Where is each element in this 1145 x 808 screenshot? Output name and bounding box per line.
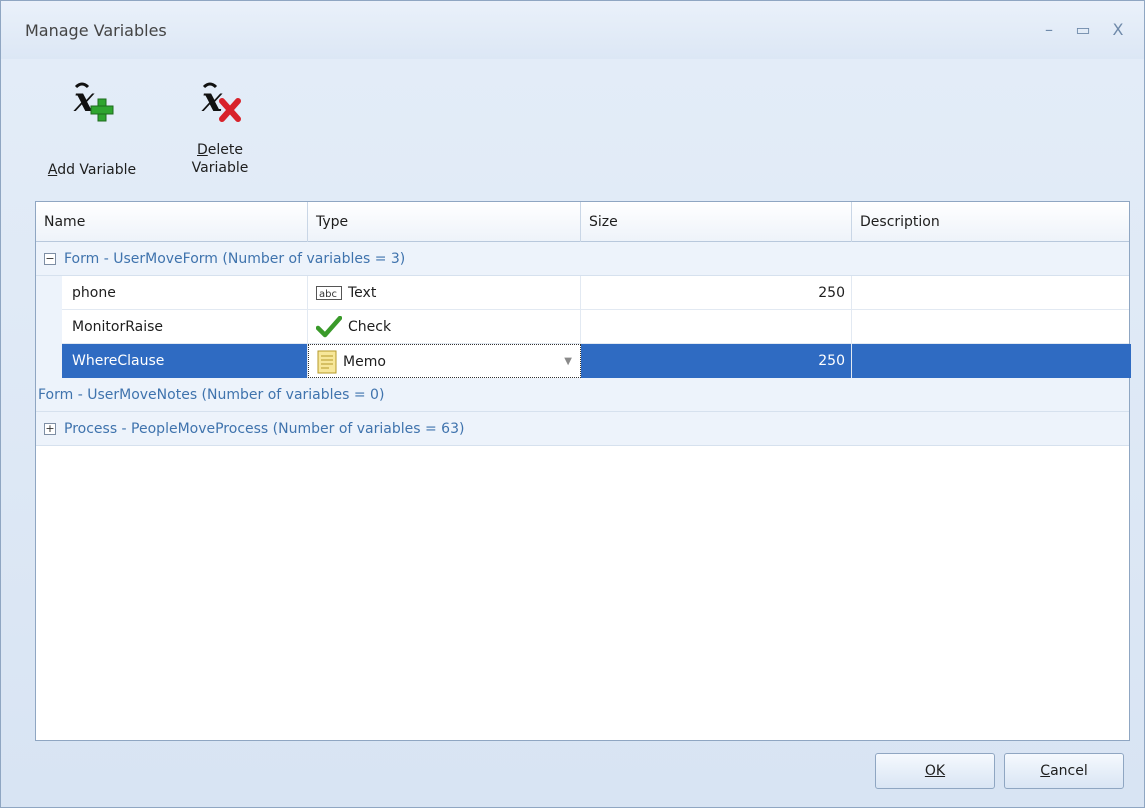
group-label: Form - UserMoveForm (Number of variables… [64, 251, 406, 267]
group-label: Process - PeopleMoveProcess (Number of v… [64, 421, 465, 437]
cancel-label: Cancel [1040, 763, 1088, 779]
cell-name[interactable]: MonitorRaise [62, 310, 308, 344]
delete-label-line2: Variable [191, 160, 249, 176]
type-dropdown[interactable]: Memo ▼ [308, 344, 581, 378]
variables-grid[interactable]: Name Type Size Description − Form - User… [35, 201, 1131, 741]
table-row-selected[interactable]: WhereClause Memo ▼ 250 [36, 344, 1131, 378]
cell-name[interactable]: phone [62, 276, 308, 310]
group-row-peoplemoveprocess[interactable]: + Process - PeopleMoveProcess (Number of… [36, 412, 1129, 446]
title-bar[interactable]: Manage Variables – ▭ X [1, 1, 1144, 59]
add-variable-icon: x [73, 80, 114, 122]
table-row[interactable]: MonitorRaise Check [36, 310, 1129, 344]
cell-type[interactable]: abc Text [308, 276, 581, 310]
delete-variable-icon: x [201, 80, 241, 122]
column-header-type[interactable]: Type [308, 202, 581, 242]
row-indent [36, 276, 62, 310]
check-type-icon [316, 316, 342, 338]
delete-label-line1: Delete [197, 142, 243, 158]
add-variable-label: Add Variable [47, 162, 137, 178]
group-row-usermoveform[interactable]: − Form - UserMoveForm (Number of variabl… [36, 242, 1129, 276]
table-row[interactable]: phone abc Text 250 [36, 276, 1129, 310]
column-header-size[interactable]: Size [581, 202, 852, 242]
column-header-name[interactable]: Name [36, 202, 308, 242]
memo-type-icon [317, 350, 337, 374]
ok-button[interactable]: OK [875, 753, 995, 789]
minimize-icon[interactable]: – [1038, 19, 1060, 41]
window-title: Manage Variables [25, 21, 167, 40]
svg-text:abc: abc [319, 289, 337, 300]
cell-description[interactable] [852, 344, 1131, 378]
cell-type-label: Text [348, 285, 377, 301]
cell-type-label: Memo [343, 354, 386, 370]
cell-name[interactable]: WhereClause [62, 344, 308, 378]
cancel-button[interactable]: Cancel [1004, 753, 1124, 789]
delete-variable-button[interactable]: x Delete Variable [179, 73, 261, 176]
add-variable-label-rest: dd Variable [57, 162, 137, 178]
cell-size[interactable]: 250 [581, 344, 852, 378]
grid-header: Name Type Size Description [36, 202, 1129, 242]
text-type-icon: abc [316, 286, 342, 300]
cell-type-label: Check [348, 319, 392, 335]
close-icon[interactable]: X [1107, 19, 1129, 41]
column-header-description[interactable]: Description [852, 202, 1131, 242]
cell-description[interactable] [852, 276, 1131, 310]
manage-variables-dialog: Manage Variables – ▭ X x Add Variable x … [0, 0, 1145, 808]
cell-type[interactable]: Check [308, 310, 581, 344]
row-indent [36, 310, 62, 344]
cell-size[interactable] [581, 310, 852, 344]
maximize-icon[interactable]: ▭ [1072, 19, 1094, 41]
delete-variable-label: Delete Variable [179, 141, 261, 177]
row-indent [36, 344, 62, 378]
ok-label: OK [924, 763, 946, 779]
expand-icon[interactable]: + [44, 423, 56, 435]
group-row-usermovenotes[interactable]: Form - UserMoveNotes (Number of variable… [36, 378, 1129, 412]
cell-size[interactable]: 250 [581, 276, 852, 310]
chevron-down-icon[interactable]: ▼ [564, 345, 572, 377]
cell-description[interactable] [852, 310, 1131, 344]
group-label: Form - UserMoveNotes (Number of variable… [38, 387, 385, 403]
collapse-icon[interactable]: − [44, 253, 56, 265]
add-variable-button[interactable]: x Add Variable [37, 73, 147, 178]
